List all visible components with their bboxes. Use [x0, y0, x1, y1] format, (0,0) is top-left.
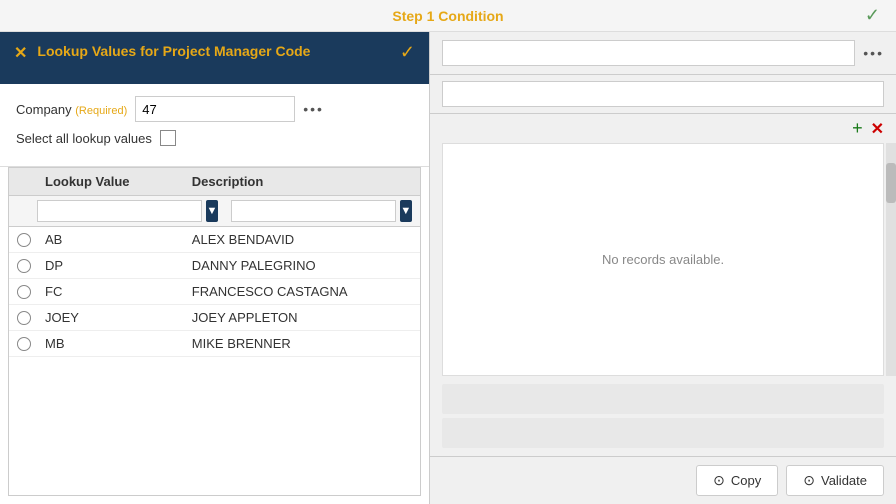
- radio-cell-ab[interactable]: [17, 233, 45, 247]
- left-panel: ✕ Lookup Values for Project Manager Code…: [0, 32, 430, 504]
- right-second-input[interactable]: [442, 81, 884, 107]
- validate-button[interactable]: ⊙ Validate: [786, 465, 884, 496]
- right-middle: No records available.: [430, 143, 896, 376]
- radio-cell-mb[interactable]: [17, 337, 45, 351]
- panel-check-icon[interactable]: ✓: [400, 42, 415, 63]
- right-top-input[interactable]: [442, 40, 855, 66]
- select-all-checkbox[interactable]: [160, 130, 176, 146]
- remove-button[interactable]: ✕: [871, 119, 884, 139]
- table-row[interactable]: AB ALEX BENDAVID: [9, 227, 420, 253]
- no-records-text: No records available.: [602, 252, 724, 267]
- right-more-button[interactable]: •••: [863, 45, 884, 61]
- cell-lookup-mb: MB: [45, 336, 192, 351]
- header-lookup-col: Lookup Value: [45, 174, 192, 189]
- filter-row: ▼ ▼: [9, 196, 420, 227]
- desc-filter-button[interactable]: ▼: [400, 200, 412, 222]
- company-more-button[interactable]: •••: [303, 101, 324, 117]
- cell-desc-dp: DANNY PALEGRINO: [192, 258, 412, 273]
- table-header: Lookup Value Description: [9, 168, 420, 196]
- radio-dp[interactable]: [17, 259, 31, 273]
- cell-desc-mb: MIKE BRENNER: [192, 336, 412, 351]
- lookup-filter-input[interactable]: [37, 200, 202, 222]
- table-row[interactable]: FC FRANCESCO CASTAGNA: [9, 279, 420, 305]
- form-area: Company (Required) ••• Select all lookup…: [0, 84, 429, 167]
- radio-joey[interactable]: [17, 311, 31, 325]
- copy-button[interactable]: ⊙ Copy: [696, 465, 778, 496]
- cell-lookup-fc: FC: [45, 284, 192, 299]
- cell-desc-joey: JOEY APPLETON: [192, 310, 412, 325]
- desc-filter-input[interactable]: [231, 200, 396, 222]
- header-left: ✕ Lookup Values for Project Manager Code: [14, 42, 310, 63]
- radio-ab[interactable]: [17, 233, 31, 247]
- radio-cell-dp[interactable]: [17, 259, 45, 273]
- left-panel-header: ✕ Lookup Values for Project Manager Code…: [0, 32, 429, 84]
- copy-icon: ⊙: [713, 472, 725, 489]
- step-title: Step 1 Condition: [392, 8, 503, 24]
- table-row[interactable]: DP DANNY PALEGRINO: [9, 253, 420, 279]
- right-actions-bar: + ✕: [430, 114, 896, 143]
- right-scrollbar[interactable]: [886, 143, 896, 376]
- cell-lookup-joey: JOEY: [45, 310, 192, 325]
- right-top-bar: •••: [430, 32, 896, 75]
- top-header: Step 1 Condition ✓: [0, 0, 896, 32]
- radio-cell-fc[interactable]: [17, 285, 45, 299]
- no-records-area: No records available.: [442, 143, 884, 376]
- validate-label: Validate: [821, 473, 867, 488]
- main-layout: ✕ Lookup Values for Project Manager Code…: [0, 32, 896, 504]
- required-badge: (Required): [75, 105, 127, 117]
- select-all-row: Select all lookup values: [16, 130, 413, 146]
- company-input[interactable]: [135, 96, 295, 122]
- select-all-label: Select all lookup values: [16, 131, 152, 146]
- table-body[interactable]: AB ALEX BENDAVID DP DANNY PALEGRINO FC F…: [9, 227, 420, 495]
- right-panel: ••• + ✕ No records available.: [430, 32, 896, 504]
- table-row[interactable]: JOEY JOEY APPLETON: [9, 305, 420, 331]
- bottom-bar: ⊙ Copy ⊙ Validate: [430, 456, 896, 504]
- radio-fc[interactable]: [17, 285, 31, 299]
- left-panel-title: Lookup Values for Project Manager Code: [37, 42, 310, 60]
- right-second-bar: [430, 75, 896, 114]
- add-button[interactable]: +: [852, 118, 863, 139]
- cell-lookup-ab: AB: [45, 232, 192, 247]
- lookup-table: Lookup Value Description ▼ ▼ AB ALEX BEN…: [8, 167, 421, 496]
- cell-desc-ab: ALEX BENDAVID: [192, 232, 412, 247]
- gray-row-1: [442, 384, 884, 414]
- radio-mb[interactable]: [17, 337, 31, 351]
- right-scroll-thumb[interactable]: [886, 163, 896, 203]
- cell-desc-fc: FRANCESCO CASTAGNA: [192, 284, 412, 299]
- lookup-filter-button[interactable]: ▼: [206, 200, 218, 222]
- company-label: Company (Required): [16, 102, 127, 117]
- validate-icon: ⊙: [803, 472, 815, 489]
- radio-cell-joey[interactable]: [17, 311, 45, 325]
- gray-rows-area: [430, 376, 896, 456]
- header-desc-col: Description: [192, 174, 412, 189]
- copy-label: Copy: [731, 473, 761, 488]
- header-radio-col: [17, 174, 45, 189]
- close-button[interactable]: ✕: [14, 43, 27, 63]
- cell-lookup-dp: DP: [45, 258, 192, 273]
- table-row[interactable]: MB MIKE BRENNER: [9, 331, 420, 357]
- company-row: Company (Required) •••: [16, 96, 413, 122]
- header-check-icon: ✓: [865, 5, 880, 26]
- gray-row-2: [442, 418, 884, 448]
